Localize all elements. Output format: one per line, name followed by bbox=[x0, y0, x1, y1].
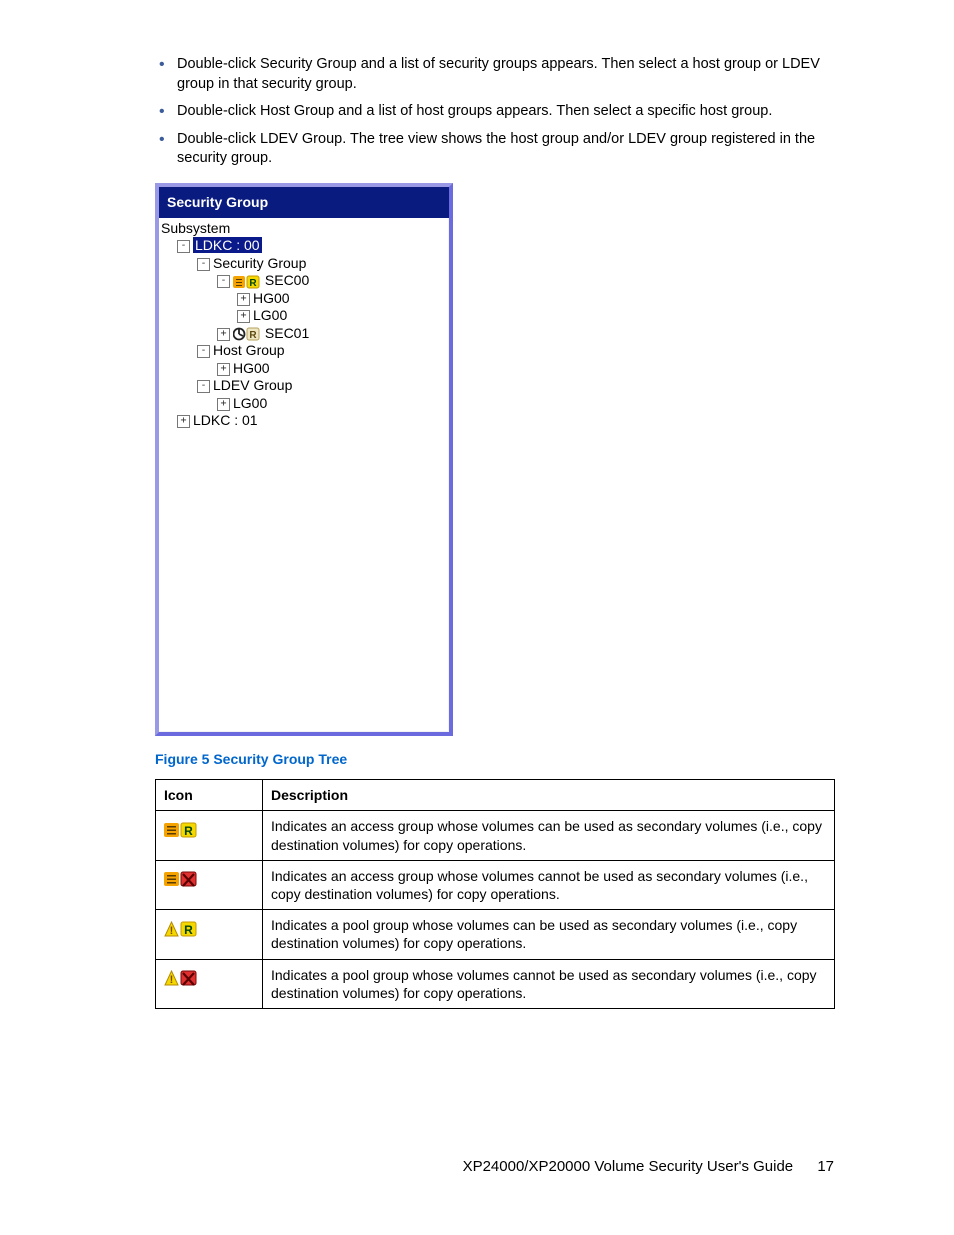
collapse-icon[interactable]: - bbox=[177, 240, 190, 253]
tree-view[interactable]: Subsystem -LDKC : 00 -Security Group -R … bbox=[159, 218, 449, 732]
tree-node-lg00b[interactable]: +LG00 bbox=[161, 395, 447, 413]
table-cell-desc: Indicates an access group whose volumes … bbox=[263, 860, 835, 909]
table-cell-desc: Indicates a pool group whose volumes can… bbox=[263, 959, 835, 1008]
access-can-icon: R bbox=[233, 275, 261, 289]
bullet-item: Double-click Host Group and a list of ho… bbox=[155, 102, 835, 122]
svg-text:R: R bbox=[184, 824, 193, 838]
access-cannot-icon bbox=[164, 870, 198, 884]
table-row: R Indicates an access group whose volume… bbox=[156, 811, 835, 860]
table-row: Indicates an access group whose volumes … bbox=[156, 860, 835, 909]
security-group-panel: Security Group Subsystem -LDKC : 00 -Sec… bbox=[155, 183, 453, 736]
bullet-item: Double-click Security Group and a list o… bbox=[155, 55, 835, 94]
instruction-bullets: Double-click Security Group and a list o… bbox=[155, 55, 835, 169]
expand-icon[interactable]: + bbox=[237, 293, 250, 306]
expand-icon[interactable]: + bbox=[217, 363, 230, 376]
tree-node-subsystem[interactable]: Subsystem bbox=[161, 220, 447, 238]
access-can-icon: R bbox=[164, 821, 198, 835]
tree-node-ldev-group[interactable]: -LDEV Group bbox=[161, 377, 447, 395]
table-header-desc: Description bbox=[263, 779, 835, 811]
expand-icon[interactable]: + bbox=[237, 310, 250, 323]
pool-can-icon: !R bbox=[164, 920, 198, 934]
pool-cannot-icon: ! bbox=[164, 969, 198, 983]
svg-text:R: R bbox=[249, 278, 257, 289]
tree-node-ldkc01[interactable]: +LDKC : 01 bbox=[161, 412, 447, 430]
table-row: !R Indicates a pool group whose volumes … bbox=[156, 910, 835, 959]
figure-caption: Figure 5 Security Group Tree bbox=[155, 750, 835, 769]
svg-text:R: R bbox=[184, 923, 193, 937]
tree-node-sec00[interactable]: -R SEC00 bbox=[161, 272, 447, 290]
tree-node-host-group[interactable]: -Host Group bbox=[161, 342, 447, 360]
tree-node-ldkc00[interactable]: -LDKC : 00 bbox=[161, 237, 447, 255]
table-cell-desc: Indicates a pool group whose volumes can… bbox=[263, 910, 835, 959]
expand-icon[interactable]: + bbox=[177, 415, 190, 428]
page-footer: XP24000/XP20000 Volume Security User's G… bbox=[463, 1158, 834, 1175]
tree-node-sec01[interactable]: +R SEC01 bbox=[161, 325, 447, 343]
tree-node-hg00b[interactable]: +HG00 bbox=[161, 360, 447, 378]
expand-icon[interactable]: + bbox=[217, 398, 230, 411]
panel-title: Security Group bbox=[159, 187, 449, 218]
page-number: 17 bbox=[817, 1158, 834, 1175]
expand-icon[interactable]: + bbox=[217, 328, 230, 341]
tree-node-hg00[interactable]: +HG00 bbox=[161, 290, 447, 308]
collapse-icon[interactable]: - bbox=[197, 258, 210, 271]
collapse-icon[interactable]: - bbox=[197, 380, 210, 393]
icon-description-table: Icon Description R Indicates an access g… bbox=[155, 779, 835, 1009]
collapse-icon[interactable]: - bbox=[197, 345, 210, 358]
svg-text:!: ! bbox=[170, 974, 174, 986]
svg-text:R: R bbox=[249, 330, 257, 341]
bullet-item: Double-click LDEV Group. The tree view s… bbox=[155, 130, 835, 169]
collapse-icon[interactable]: - bbox=[217, 275, 230, 288]
table-header-icon: Icon bbox=[156, 779, 263, 811]
tree-node-lg00[interactable]: +LG00 bbox=[161, 307, 447, 325]
table-row: ! Indicates a pool group whose volumes c… bbox=[156, 959, 835, 1008]
table-cell-desc: Indicates an access group whose volumes … bbox=[263, 811, 835, 860]
pool-can-alt-icon: R bbox=[233, 327, 261, 341]
svg-text:!: ! bbox=[170, 925, 174, 937]
footer-title: XP24000/XP20000 Volume Security User's G… bbox=[463, 1158, 794, 1175]
tree-node-security-group[interactable]: -Security Group bbox=[161, 255, 447, 273]
